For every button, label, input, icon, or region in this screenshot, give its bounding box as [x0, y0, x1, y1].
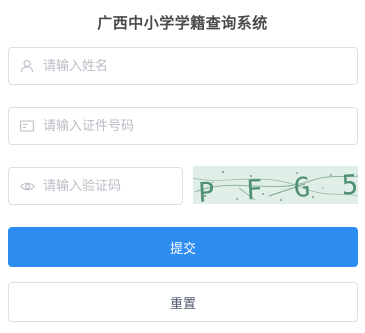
page-title: 广西中小学学籍查询系统 — [97, 14, 268, 32]
id-number-input[interactable] — [43, 118, 357, 134]
captcha-image[interactable]: PFG5 — [193, 166, 358, 204]
reset-button[interactable]: 重置 — [8, 282, 358, 322]
id-number-field[interactable] — [8, 107, 358, 145]
submit-button[interactable]: 提交 — [8, 227, 358, 267]
user-icon — [19, 58, 35, 74]
captcha-input[interactable] — [43, 178, 182, 194]
id-card-icon — [19, 118, 35, 134]
eye-icon — [19, 178, 35, 194]
captcha-field[interactable] — [8, 167, 183, 205]
query-page: 广西中小学学籍查询系统 请输入姓名 请输入证件号码 请输入验证码 PFG5 提交… — [0, 0, 365, 333]
name-field[interactable] — [8, 47, 358, 85]
name-input[interactable] — [43, 58, 357, 74]
